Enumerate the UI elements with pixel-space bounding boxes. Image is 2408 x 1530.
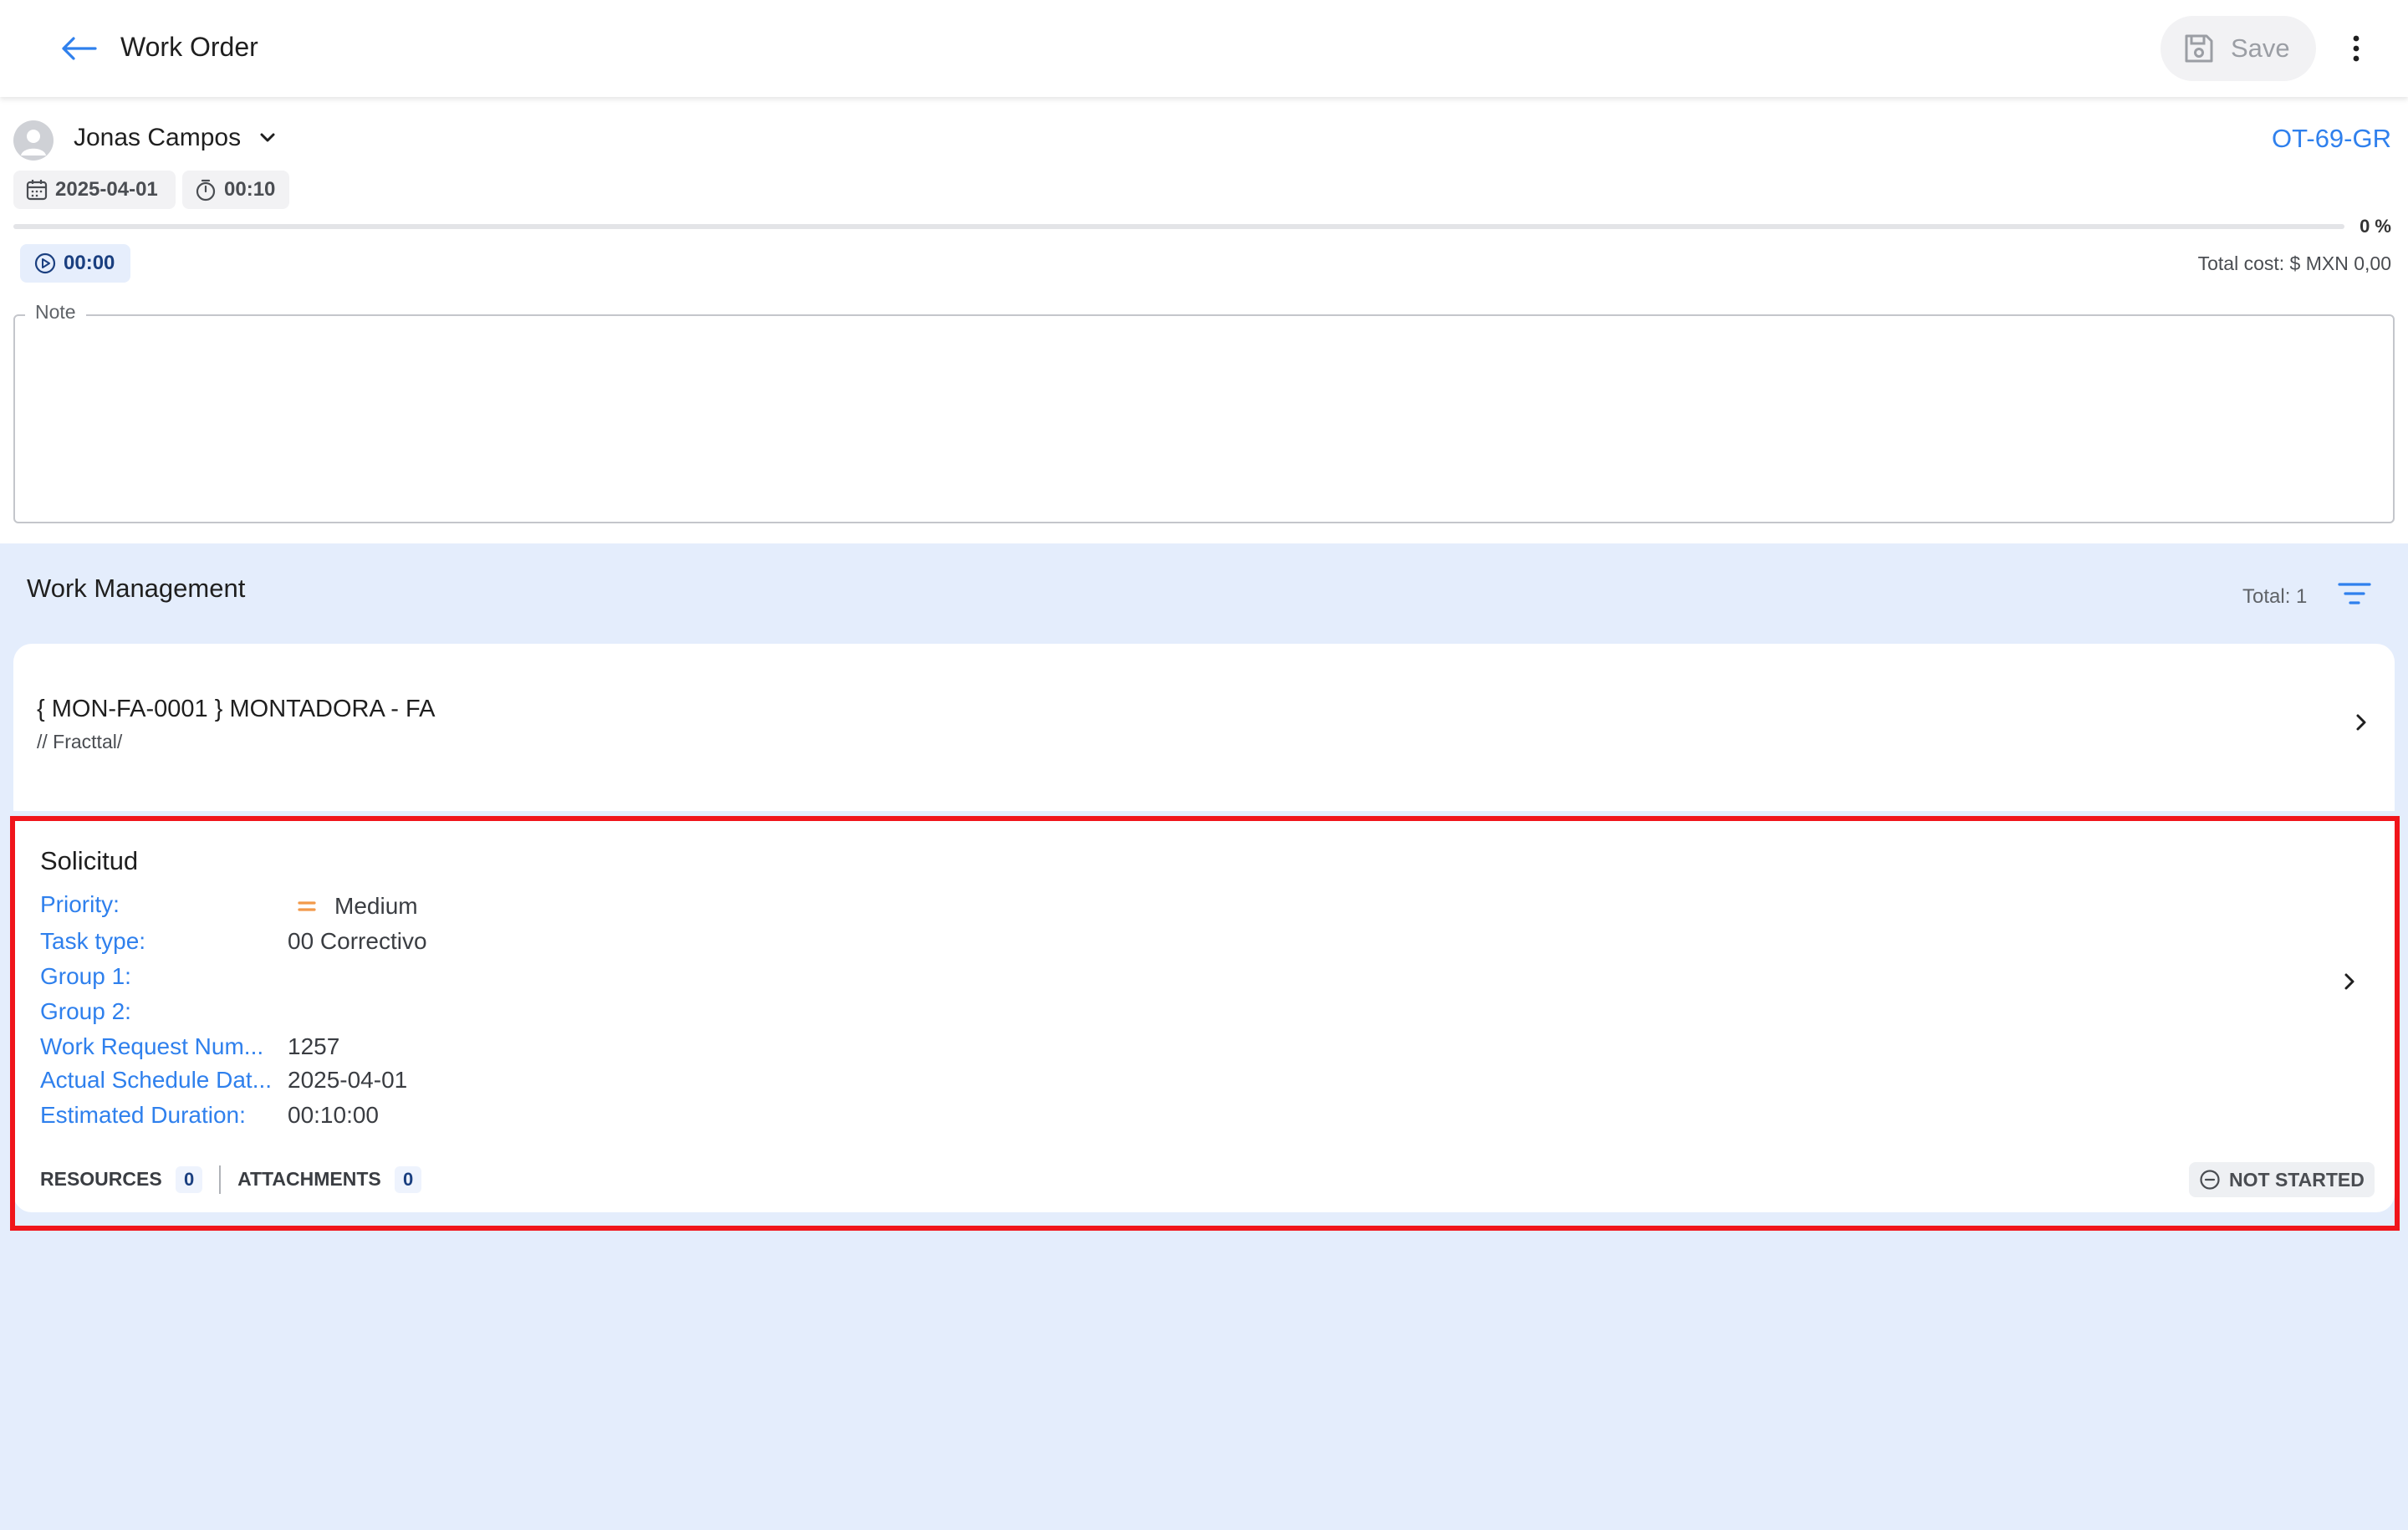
progress-bar	[13, 224, 2344, 229]
floppy-disk-icon	[2182, 32, 2216, 65]
work-request-number-label: Work Request Num...	[40, 1033, 264, 1059]
save-label: Save	[2231, 33, 2290, 63]
back-button[interactable]	[59, 28, 99, 69]
work-management-total: Total: 1	[2242, 585, 2308, 608]
page-title: Work Order	[120, 32, 258, 62]
assignee-selector[interactable]: Jonas Campos	[74, 124, 276, 152]
date-value: 2025-04-01	[55, 178, 158, 201]
priority-text: Medium	[334, 893, 418, 919]
group-2-label: Group 2:	[40, 998, 131, 1024]
work-management-title: Work Management	[27, 574, 246, 603]
attachments-label: ATTACHMENTS	[237, 1168, 381, 1190]
equals-icon	[298, 899, 316, 914]
footer-divider	[219, 1165, 222, 1194]
more-options-button[interactable]	[2336, 28, 2376, 69]
stopwatch-icon	[194, 178, 217, 201]
actual-schedule-date-value: 2025-04-01	[288, 1067, 408, 1093]
priority-value: Medium	[298, 893, 418, 920]
asset-name: { MON-FA-0001 } MONTADORA - FA	[37, 696, 436, 722]
timer-value: 00:00	[64, 252, 115, 274]
asset-path: // Fracttal/	[37, 731, 123, 752]
more-vertical-icon	[2351, 34, 2361, 63]
arrow-left-icon	[60, 36, 97, 61]
work-order-code[interactable]: OT-69-GR	[2272, 124, 2391, 154]
play-circle-icon	[33, 252, 57, 275]
resources-tab[interactable]: RESOURCES 0	[40, 1166, 203, 1193]
work-order-header: Jonas Campos OT-69-GR 2025-04-01 00:10 0…	[0, 97, 2408, 543]
calendar-icon	[25, 178, 48, 201]
chevron-right-icon	[2343, 972, 2356, 992]
actual-schedule-date-label: Actual Schedule Dat...	[40, 1067, 273, 1093]
save-button[interactable]: Save	[2161, 16, 2316, 81]
assignee-name: Jonas Campos	[74, 124, 242, 151]
resources-count: 0	[176, 1166, 203, 1193]
task-footer: RESOURCES 0 ATTACHMENTS 0	[40, 1165, 422, 1194]
task-title: Solicitud	[40, 846, 139, 875]
duration-chip: 00:10	[182, 171, 289, 209]
filter-lines-icon	[2338, 581, 2371, 606]
task-card[interactable]: Solicitud Priority: Medium Task type: 00…	[13, 816, 2395, 1212]
asset-card[interactable]: { MON-FA-0001 } MONTADORA - FA // Fractt…	[13, 644, 2395, 811]
minus-circle-icon	[2199, 1169, 2221, 1191]
chevron-right-icon	[2354, 712, 2368, 732]
status-text: NOT STARTED	[2229, 1168, 2365, 1191]
note-label: Note	[25, 301, 86, 324]
task-type-label: Task type:	[40, 928, 146, 954]
task-type-value: 00 Correctivo	[288, 928, 427, 954]
duration-value: 00:10	[224, 178, 276, 201]
work-request-number-value: 1257	[288, 1033, 340, 1059]
progress-percent: 0 %	[2360, 216, 2391, 237]
group-1-label: Group 1:	[40, 963, 131, 989]
attachments-count: 0	[395, 1166, 422, 1193]
estimated-duration-label: Estimated Duration:	[40, 1102, 246, 1128]
priority-label: Priority:	[40, 891, 120, 917]
date-chip: 2025-04-01	[13, 171, 176, 209]
avatar	[13, 120, 54, 161]
person-icon	[13, 120, 54, 161]
filter-button[interactable]	[2334, 574, 2375, 614]
chevron-down-icon	[259, 132, 276, 144]
status-badge: NOT STARTED	[2189, 1162, 2375, 1197]
attachments-tab[interactable]: ATTACHMENTS 0	[237, 1166, 422, 1193]
note-field[interactable]	[13, 314, 2395, 523]
resources-label: RESOURCES	[40, 1168, 162, 1190]
total-cost: Total cost: $ MXN 0,00	[2197, 252, 2391, 274]
start-timer-button[interactable]: 00:00	[20, 244, 130, 283]
estimated-duration-value: 00:10:00	[288, 1102, 379, 1128]
app-bar: Work Order Save	[0, 0, 2408, 97]
